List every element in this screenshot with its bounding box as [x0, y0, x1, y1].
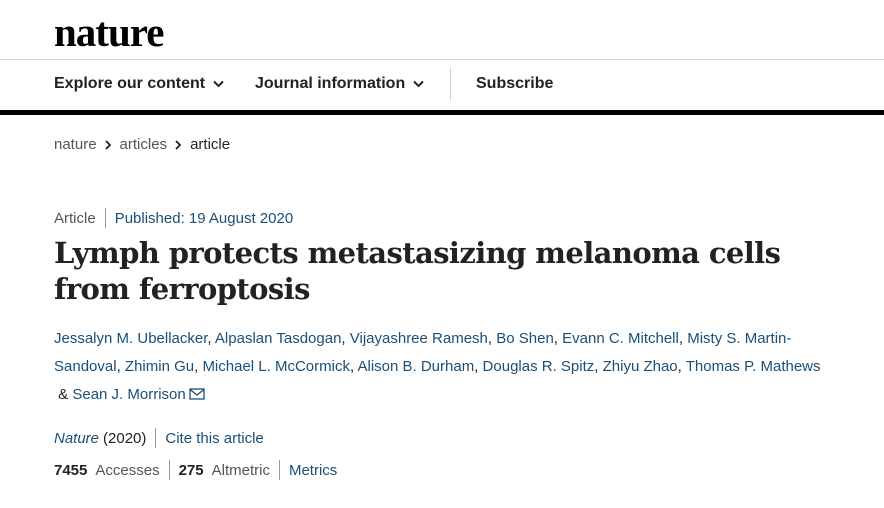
breadcrumb: nature articles article: [54, 136, 230, 153]
accesses-count: 7455: [54, 461, 88, 479]
author-separator: ,: [116, 358, 125, 375]
cite-article-link[interactable]: Cite this article: [165, 430, 263, 447]
author-link[interactable]: Bo Shen: [496, 330, 554, 347]
accesses-label: Accesses: [95, 461, 160, 479]
author-link[interactable]: Alison B. Durham: [357, 358, 474, 375]
chevron-down-icon: [413, 80, 424, 88]
publication-year: (2020): [103, 429, 147, 447]
breadcrumb-nature[interactable]: nature: [54, 136, 97, 153]
author-link[interactable]: Zhimin Gu: [125, 358, 194, 375]
author-separator: &: [54, 386, 73, 403]
journal-name-link[interactable]: Nature: [54, 430, 99, 447]
altmetric-label: Altmetric: [211, 461, 270, 479]
author-separator: ,: [553, 330, 563, 347]
author-separator: ,: [207, 330, 215, 347]
article-metrics: 7455 Accesses 275 Altmetric Metrics: [54, 460, 337, 480]
subscribe-label: Subscribe: [476, 75, 554, 92]
chevron-down-icon: [213, 80, 224, 88]
article-type: Article: [54, 209, 96, 227]
nav-bottom-bar: [0, 110, 884, 115]
author-link[interactable]: Jessalyn M. Ubellacker: [54, 330, 207, 347]
author-separator: ,: [341, 330, 350, 347]
breadcrumb-articles[interactable]: articles: [120, 136, 168, 153]
article-meta: Article Published: 19 August 2020: [54, 208, 293, 228]
chevron-right-icon: [104, 139, 111, 150]
author-separator: ,: [594, 358, 603, 375]
metrics-link[interactable]: Metrics: [289, 462, 337, 479]
explore-content-menu[interactable]: Explore our content: [54, 75, 224, 93]
author-link[interactable]: Zhiyu Zhao: [603, 358, 678, 375]
article-title: Lymph protects metastasizing melanoma ce…: [54, 236, 781, 306]
citation-divider: [155, 428, 157, 448]
journal-citation: Nature (2020) Cite this article: [54, 428, 264, 448]
journal-information-menu[interactable]: Journal information: [255, 75, 424, 93]
author-link[interactable]: Douglas R. Spitz: [483, 358, 595, 375]
journal-information-label: Journal information: [255, 75, 406, 92]
published-date: Published: 19 August 2020: [114, 209, 294, 227]
nav-divider: [450, 67, 451, 101]
author-link[interactable]: Evann C. Mitchell: [562, 330, 679, 347]
author-link[interactable]: Alpaslan Tasdogan: [215, 330, 342, 347]
main-nav: Explore our content Journal information …: [0, 60, 884, 110]
author-link[interactable]: Sean J. Morrison: [72, 386, 185, 403]
author-separator: ,: [678, 330, 688, 347]
author-list: Jessalyn M. Ubellacker, Alpaslan Tasdoga…: [54, 325, 834, 409]
author-separator: ,: [677, 358, 686, 375]
breadcrumb-article: article: [190, 136, 231, 153]
author-link[interactable]: Vijayashree Ramesh: [350, 330, 488, 347]
altmetric-score: 275: [178, 461, 204, 479]
metrics-divider: [168, 460, 170, 480]
author-separator: ,: [474, 358, 483, 375]
author-link[interactable]: Michael L. McCormick: [202, 358, 350, 375]
author-link[interactable]: Thomas P. Mathews: [686, 358, 821, 375]
author-separator: ,: [487, 330, 497, 347]
explore-content-label: Explore our content: [54, 75, 206, 92]
nature-logo[interactable]: nature: [54, 8, 164, 56]
envelope-icon[interactable]: [189, 388, 205, 400]
metrics-divider: [278, 460, 280, 480]
meta-divider: [104, 208, 106, 228]
chevron-right-icon: [175, 139, 182, 150]
subscribe-link[interactable]: Subscribe: [476, 75, 553, 93]
